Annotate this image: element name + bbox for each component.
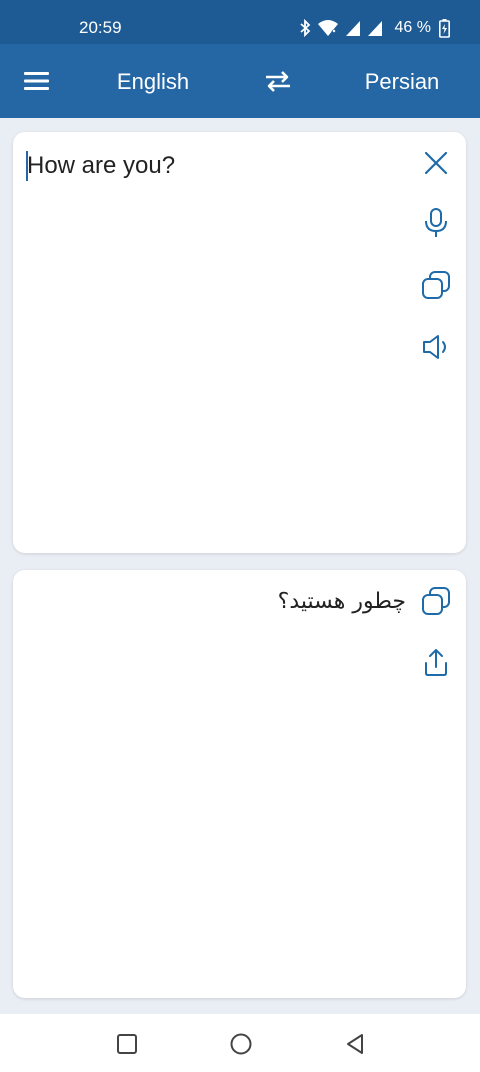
copy-input-button[interactable]: [418, 267, 454, 303]
wifi-icon: [317, 19, 339, 37]
battery-icon: [439, 18, 450, 38]
status-bar: 20:59 46 %: [0, 0, 480, 44]
source-language-button[interactable]: English: [82, 68, 224, 96]
copy-icon: [422, 587, 450, 615]
bluetooth-icon: [299, 19, 311, 37]
close-icon: [424, 151, 448, 175]
share-icon: [425, 649, 447, 676]
system-nav-bar: [0, 1014, 480, 1072]
microphone-icon: [425, 208, 447, 237]
square-icon: [117, 1034, 137, 1054]
copy-icon: [422, 271, 450, 299]
signal-icon-2: [367, 19, 383, 37]
clear-button[interactable]: [418, 145, 454, 181]
swap-languages-button[interactable]: [262, 66, 294, 96]
back-button[interactable]: [342, 1031, 368, 1057]
input-card: How are you?: [13, 132, 466, 553]
back-triangle-icon: [347, 1034, 363, 1054]
status-time: 20:59: [79, 18, 122, 37]
speaker-icon: [423, 335, 446, 359]
circle-icon: [230, 1033, 252, 1055]
target-language-button[interactable]: Persian: [332, 68, 472, 96]
battery-percent: 46 %: [394, 19, 431, 36]
home-button[interactable]: [228, 1031, 254, 1057]
swap-arrows-icon: [266, 71, 290, 92]
microphone-button[interactable]: [418, 205, 454, 241]
output-card: چطور هستید؟: [13, 570, 466, 998]
copy-output-button[interactable]: [418, 583, 454, 619]
app-bar: English Persian: [0, 44, 480, 118]
share-button[interactable]: [418, 644, 454, 680]
speak-input-button[interactable]: [418, 329, 454, 365]
signal-icon-1: [345, 19, 361, 37]
source-text-input[interactable]: How are you?: [27, 151, 175, 181]
recents-button[interactable]: [114, 1031, 140, 1057]
hamburger-icon: [24, 72, 49, 90]
menu-button[interactable]: [22, 66, 52, 96]
translated-text: چطور هستید؟: [277, 589, 406, 614]
status-icons: 46 %: [299, 17, 450, 39]
